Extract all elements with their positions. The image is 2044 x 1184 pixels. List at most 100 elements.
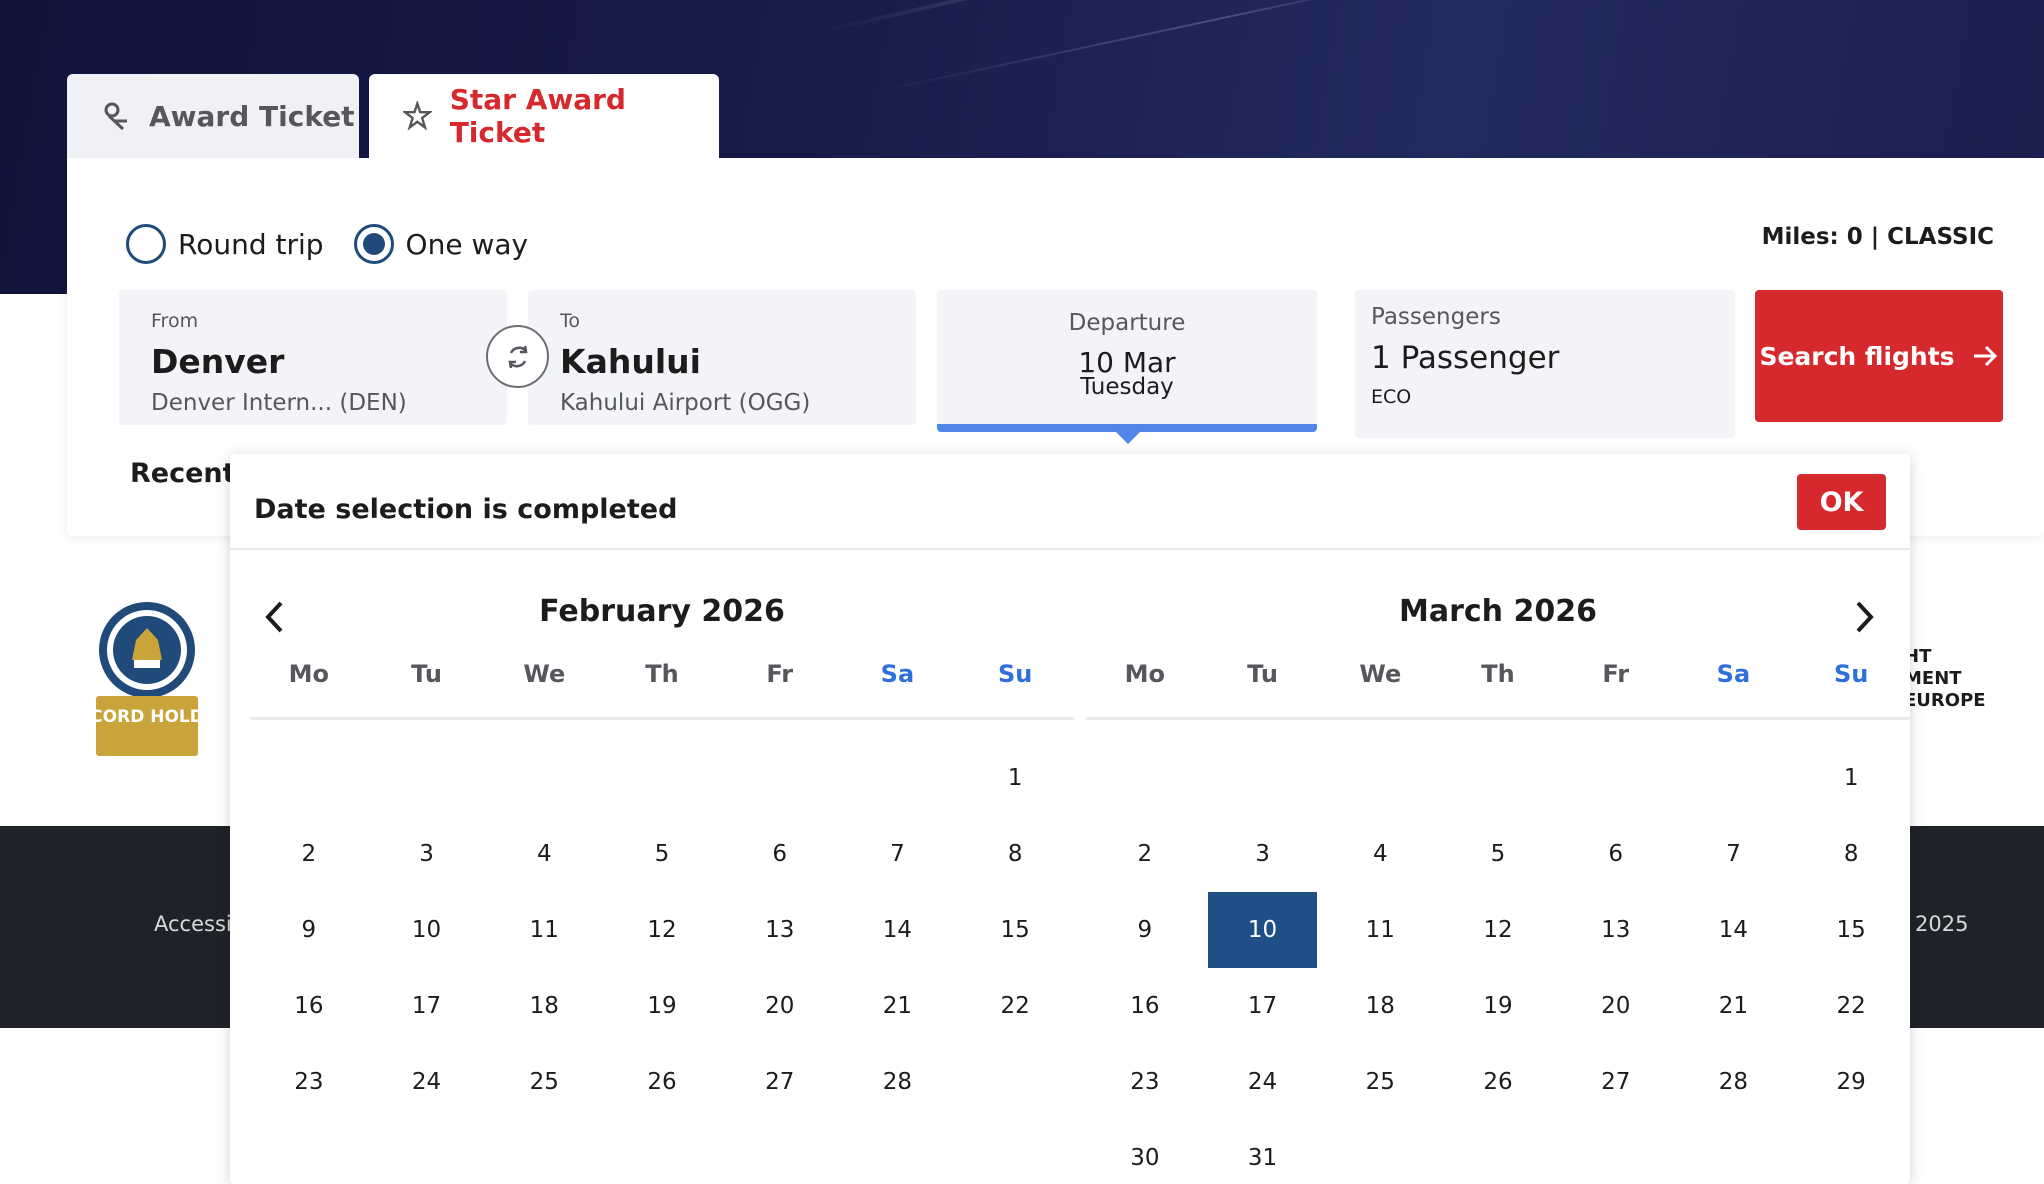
weekday-label: Th <box>645 660 679 688</box>
search-label: Search flights <box>1759 341 1955 371</box>
calendar-day[interactable]: 25 <box>485 1044 603 1120</box>
calendar-day[interactable]: 14 <box>1675 892 1793 968</box>
calendar-day[interactable]: 15 <box>956 892 1074 968</box>
calendar-day[interactable]: 8 <box>956 816 1074 892</box>
calendar-blank <box>839 740 957 816</box>
day-grid: 1 2 3 4 5 6 7 8 9 10 11 12 13 14 15 16 17 18 19 20 21 22 23 24 2… <box>1086 740 1910 1184</box>
calendar-day[interactable]: 1 <box>956 740 1074 816</box>
calendar-day[interactable]: 27 <box>1557 1044 1675 1120</box>
passengers-label: Passengers <box>1371 304 1501 330</box>
to-airport: Kahului Airport (OGG) <box>560 390 811 416</box>
date-picker-popup: Date selection is completed OK February … <box>230 454 1910 1184</box>
to-field[interactable]: To Kahului Kahului Airport (OGG) <box>528 290 916 425</box>
calendar-day[interactable]: 29 <box>1792 1044 1910 1120</box>
award-icon <box>104 102 127 131</box>
footer-year: 2025 <box>1915 912 1969 936</box>
from-field[interactable]: From Denver Denver Intern... (DEN) <box>119 290 507 425</box>
calendar-day[interactable]: 14 <box>839 892 957 968</box>
tab-label: Award Ticket <box>149 99 355 133</box>
calendar-day[interactable]: 15 <box>1792 892 1910 968</box>
calendar-day[interactable]: 12 <box>1439 892 1557 968</box>
calendar-day[interactable]: 31 <box>1204 1120 1322 1184</box>
calendar-day[interactable]: 3 <box>368 816 486 892</box>
swap-airports-button[interactable] <box>486 325 549 388</box>
calendar-day[interactable]: 8 <box>1792 816 1910 892</box>
footer-accessibility-link[interactable]: Accessi <box>154 912 232 936</box>
calendar-blank <box>250 740 368 816</box>
calendar-day[interactable]: 7 <box>839 816 957 892</box>
calendar-day[interactable]: 2 <box>250 816 368 892</box>
search-flights-button[interactable]: Search flights <box>1755 290 2003 422</box>
calendar-blank <box>1086 740 1204 816</box>
tab-star-award-ticket[interactable]: Star Award Ticket <box>369 74 719 158</box>
calendar-day[interactable]: 12 <box>603 892 721 968</box>
calendar-day[interactable]: 6 <box>721 816 839 892</box>
calendar-day[interactable]: 4 <box>1321 816 1439 892</box>
date-picker-title: Date selection is completed <box>254 494 678 525</box>
calendar-day[interactable]: 20 <box>1557 968 1675 1044</box>
calendar-day[interactable]: 5 <box>1439 816 1557 892</box>
calendar-day[interactable]: 26 <box>603 1044 721 1120</box>
calendar-day[interactable]: 23 <box>1086 1044 1204 1120</box>
passengers-count: 1 Passenger <box>1371 340 1560 376</box>
calendar-blank <box>1204 740 1322 816</box>
calendar-day[interactable]: 24 <box>1204 1044 1322 1120</box>
calendar-day[interactable]: 28 <box>839 1044 957 1120</box>
weekday-label: We <box>1359 660 1402 688</box>
calendar-day[interactable]: 2 <box>1086 816 1204 892</box>
weekday-label: Mo <box>1124 660 1166 688</box>
calendar-day[interactable]: 17 <box>368 968 486 1044</box>
ok-button[interactable]: OK <box>1797 474 1886 530</box>
departure-field[interactable]: Departure 10 Mar Tuesday <box>937 290 1317 432</box>
calendar-day[interactable]: 5 <box>603 816 721 892</box>
calendar-day[interactable]: 4 <box>485 816 603 892</box>
calendar-day[interactable]: 22 <box>1792 968 1910 1044</box>
calendar-day[interactable]: 11 <box>1321 892 1439 968</box>
calendar-day[interactable]: 21 <box>1675 968 1793 1044</box>
calendar-day[interactable]: 9 <box>250 892 368 968</box>
calendar-day[interactable]: 18 <box>485 968 603 1044</box>
guinness-logo-icon: RECORD HOLDER <box>65 602 229 756</box>
calendar-day[interactable]: 19 <box>1439 968 1557 1044</box>
calendar-day[interactable]: 13 <box>721 892 839 968</box>
tab-award-ticket[interactable]: Award Ticket <box>67 74 359 158</box>
passengers-field[interactable]: Passengers 1 Passenger ECO <box>1355 290 1735 438</box>
calendar-day[interactable]: 16 <box>250 968 368 1044</box>
round-trip-radio[interactable]: Round trip <box>126 224 324 264</box>
radio-circle[interactable] <box>353 224 394 264</box>
calendar-day[interactable]: 28 <box>1675 1044 1793 1120</box>
logo-line: MENT <box>1904 668 1962 689</box>
calendar-day[interactable]: 26 <box>1439 1044 1557 1120</box>
one-way-radio[interactable]: One way <box>353 224 528 264</box>
calendar-day[interactable]: 17 <box>1204 968 1322 1044</box>
from-airport: Denver Intern... (DEN) <box>151 390 407 416</box>
calendar-day[interactable]: 21 <box>839 968 957 1044</box>
partner-logo-fragment: HT MENT EUROPE <box>1904 646 1986 712</box>
calendar-day[interactable]: 10 <box>368 892 486 968</box>
calendar-day[interactable]: 16 <box>1086 968 1204 1044</box>
swap-icon <box>508 345 527 368</box>
calendar-day[interactable]: 25 <box>1321 1044 1439 1120</box>
calendar-day[interactable]: 24 <box>368 1044 486 1120</box>
calendar-day[interactable]: 20 <box>721 968 839 1044</box>
weekday-label: We <box>523 660 566 688</box>
logo-line: HT <box>1904 646 1932 667</box>
radio-circle[interactable] <box>126 224 166 264</box>
calendar-day[interactable]: 7 <box>1675 816 1793 892</box>
calendar-day[interactable]: 13 <box>1557 892 1675 968</box>
weekday-label: Mo <box>288 660 330 688</box>
calendar-day[interactable]: 3 <box>1204 816 1322 892</box>
calendar-day[interactable]: 18 <box>1321 968 1439 1044</box>
calendar-day[interactable]: 9 <box>1086 892 1204 968</box>
calendar-day[interactable]: 1 <box>1792 740 1910 816</box>
calendar-day[interactable]: 6 <box>1557 816 1675 892</box>
arrow-right-icon <box>1973 345 1997 367</box>
calendar-blank <box>603 740 721 816</box>
calendar-day-selected[interactable]: 10 <box>1207 892 1318 968</box>
calendar-day[interactable]: 27 <box>721 1044 839 1120</box>
calendar-day[interactable]: 23 <box>250 1044 368 1120</box>
calendar-day[interactable]: 30 <box>1086 1120 1204 1184</box>
calendar-day[interactable]: 11 <box>485 892 603 968</box>
calendar-day[interactable]: 22 <box>956 968 1074 1044</box>
calendar-day[interactable]: 19 <box>603 968 721 1044</box>
